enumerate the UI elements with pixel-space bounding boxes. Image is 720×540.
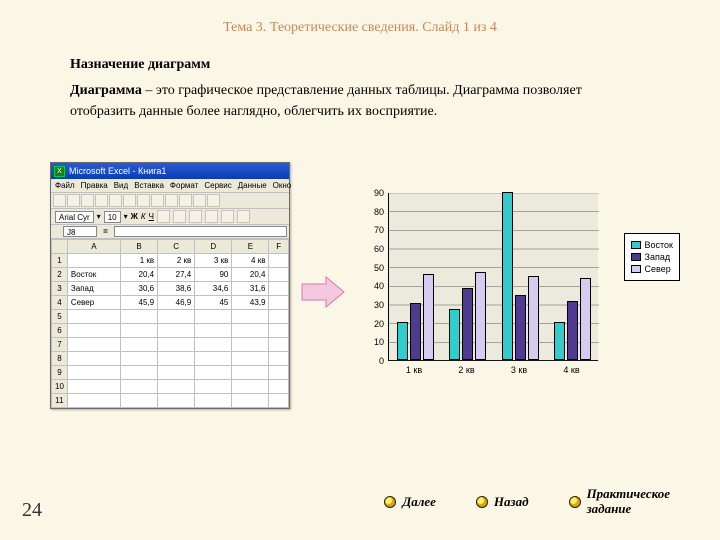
toolbar-button — [95, 194, 108, 207]
toolbar-button — [237, 210, 250, 223]
bar — [423, 274, 434, 360]
bullet-icon — [384, 496, 396, 508]
menu-item: Данные — [238, 181, 267, 190]
menu-item: Окно — [273, 181, 292, 190]
y-tick: 60 — [360, 244, 384, 254]
x-category: 1 кв — [388, 365, 440, 375]
menu-item: Сервис — [204, 181, 231, 190]
toolbar-button — [81, 194, 94, 207]
arrow-icon — [300, 275, 346, 309]
nav-next[interactable]: Далее — [384, 494, 436, 510]
slide-content: Назначение диаграмм Диаграмма – это граф… — [0, 36, 720, 123]
bullet-icon — [569, 496, 581, 508]
toolbar-button — [189, 210, 202, 223]
excel-menubar: Файл Правка Вид Вставка Формат Сервис Данные Ок… — [51, 179, 289, 193]
legend-item: Запад — [631, 252, 673, 262]
legend: Восток Запад Север — [624, 233, 680, 281]
bar — [462, 288, 473, 360]
x-category: 3 кв — [493, 365, 545, 375]
y-tick: 0 — [360, 356, 384, 366]
excel-format-bar: Arial Cyr ▾ 10 ▾ Ж К Ч — [51, 209, 289, 225]
toolbar-button — [151, 194, 164, 207]
bar — [515, 295, 526, 360]
toolbar-button — [123, 194, 136, 207]
y-tick: 30 — [360, 300, 384, 310]
spreadsheet: ABCDEF11 кв2 кв3 кв4 кв2Восток20,427,490… — [51, 239, 289, 408]
bar — [449, 309, 460, 360]
y-tick: 90 — [360, 188, 384, 198]
excel-formula-bar: J8 = — [51, 225, 289, 239]
y-tick: 70 — [360, 225, 384, 235]
menu-item: Файл — [55, 181, 75, 190]
section-paragraph: Диаграмма – это графическое представлени… — [70, 80, 650, 123]
italic-icon: К — [141, 212, 146, 221]
toolbar-button — [207, 194, 220, 207]
bar — [475, 272, 486, 360]
toolbar-button — [179, 194, 192, 207]
excel-titlebar: X Microsoft Excel - Книга1 — [51, 163, 289, 179]
bar — [528, 276, 539, 360]
y-tick: 20 — [360, 319, 384, 329]
bar — [502, 192, 513, 360]
toolbar-button — [109, 194, 122, 207]
toolbar-button — [221, 210, 234, 223]
toolbar-button — [157, 210, 170, 223]
menu-item: Вид — [114, 181, 128, 190]
name-box: J8 — [63, 226, 97, 237]
bar — [554, 322, 565, 360]
formula-input — [114, 226, 287, 237]
font-box: Arial Cyr — [55, 211, 94, 223]
plot-area — [388, 193, 598, 361]
toolbar-button — [173, 210, 186, 223]
legend-item: Восток — [631, 240, 673, 250]
excel-window: X Microsoft Excel - Книга1 Файл Правка Вид… — [50, 162, 290, 409]
bullet-icon — [476, 496, 488, 508]
menu-item: Вставка — [134, 181, 164, 190]
slide-nav: Далее Назад Практическоезадание — [0, 487, 720, 516]
excel-title: Microsoft Excel - Книга1 — [69, 166, 166, 176]
paragraph-text: – это графическое представление данных т… — [70, 83, 582, 120]
toolbar-button — [137, 194, 150, 207]
toolbar-button — [205, 210, 218, 223]
slide-header: Тема 3. Теоретические сведения. Слайд 1 … — [0, 0, 720, 36]
bar — [567, 301, 578, 360]
toolbar-button — [165, 194, 178, 207]
y-tick: 50 — [360, 263, 384, 273]
legend-item: Север — [631, 264, 673, 274]
bold-icon: Ж — [131, 212, 138, 221]
bar — [410, 303, 421, 360]
bar-chart: ВостокЗападСевер 01020304050607080901 кв… — [360, 193, 680, 388]
menu-item: Формат — [170, 181, 198, 190]
x-category: 4 кв — [546, 365, 598, 375]
nav-back[interactable]: Назад — [476, 494, 529, 510]
toolbar-button — [67, 194, 80, 207]
toolbar-button — [53, 194, 66, 207]
excel-toolbar — [51, 193, 289, 209]
nav-task[interactable]: Практическоезадание — [569, 487, 670, 516]
fx-icon: = — [103, 227, 108, 236]
paragraph-lead: Диаграмма — [70, 83, 142, 98]
y-tick: 10 — [360, 337, 384, 347]
section-title: Назначение диаграмм — [70, 54, 650, 76]
y-tick: 40 — [360, 281, 384, 291]
bar — [580, 278, 591, 360]
page-number: 24 — [22, 499, 42, 522]
toolbar-button — [193, 194, 206, 207]
underline-icon: Ч — [149, 212, 154, 221]
x-category: 2 кв — [441, 365, 493, 375]
y-tick: 80 — [360, 207, 384, 217]
excel-icon: X — [54, 166, 65, 177]
bar — [397, 322, 408, 360]
menu-item: Правка — [81, 181, 108, 190]
fontsize-box: 10 — [104, 211, 121, 223]
